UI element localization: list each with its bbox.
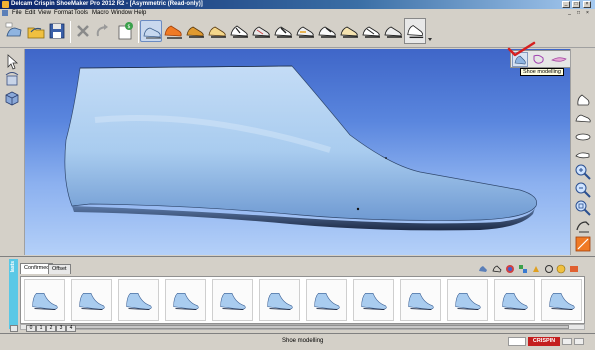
page-tab-3[interactable]: 3 <box>56 325 66 332</box>
view-top-icon[interactable] <box>574 127 592 145</box>
menu-tools[interactable]: Tools <box>74 10 88 16</box>
crispin-logo: CRISPIN <box>528 337 560 346</box>
flattening-mode-icon[interactable] <box>551 52 567 67</box>
right-toolbar <box>570 49 595 255</box>
maximize-button[interactable]: □ <box>572 1 580 8</box>
toolbar-overflow-icon[interactable] <box>428 22 432 42</box>
shoe-style-6-icon[interactable] <box>294 20 316 42</box>
page-tab-2[interactable]: 2 <box>46 325 56 332</box>
last-thumbnail[interactable] <box>400 279 441 321</box>
title-bar: Delcam Crispin ShoeMaker Pro 2012 R2 - [… <box>0 0 595 9</box>
menu-macro[interactable]: Macro <box>92 10 109 16</box>
last-thumbnail[interactable] <box>165 279 206 321</box>
last-thumbnail[interactable] <box>306 279 347 321</box>
view-front-icon[interactable] <box>574 91 592 109</box>
last-thumbnail[interactable] <box>259 279 300 321</box>
panel-tool-shoe-icon[interactable] <box>478 264 488 274</box>
view-bottom-icon[interactable] <box>574 145 592 163</box>
mdi-minimize-button[interactable]: _ <box>566 10 573 16</box>
window-title: Delcam Crispin ShoeMaker Pro 2012 R2 - [… <box>11 1 203 7</box>
menu-window[interactable]: Window <box>111 10 132 16</box>
last-thumbnail[interactable] <box>353 279 394 321</box>
lasts-label: lasts <box>10 261 16 273</box>
shoe-style-7-icon[interactable] <box>316 20 338 42</box>
shoe-style-3-icon[interactable] <box>228 20 250 42</box>
panel-tool-group-icon[interactable] <box>518 264 528 274</box>
lasts-thumbnail-list <box>20 276 585 324</box>
menu-file[interactable]: File <box>12 10 22 16</box>
bottom-panel: lasts Confirmed Offset <box>0 256 595 332</box>
shoe-style-5-icon[interactable] <box>272 20 294 42</box>
panel-tool-color-icon[interactable] <box>505 264 515 274</box>
new-icon[interactable] <box>3 20 25 42</box>
measure-icon[interactable] <box>574 235 592 253</box>
shoe-style-1-icon[interactable] <box>184 20 206 42</box>
shoe-style-9-icon[interactable] <box>360 20 382 42</box>
panel-tool-settings-icon[interactable] <box>556 264 566 274</box>
open-icon[interactable] <box>25 20 47 42</box>
menu-help[interactable]: Help <box>134 10 146 16</box>
select-arrow-icon[interactable] <box>3 53 21 71</box>
last-thumbnail[interactable] <box>494 279 535 321</box>
pan-view-icon[interactable] <box>574 217 592 235</box>
shoe-last-model[interactable] <box>25 49 570 255</box>
delcam-logo <box>508 337 526 346</box>
shoe-style-4-icon[interactable] <box>250 20 272 42</box>
status-bar: Shoe modelling CRISPIN <box>0 333 595 350</box>
page-tab-1[interactable]: 1 <box>36 325 46 332</box>
mdi-restore-button[interactable]: □ <box>575 10 582 16</box>
shoe-view-wireframe-icon[interactable] <box>140 20 162 42</box>
checkmark-annotation-icon <box>507 41 536 57</box>
new-sheet-icon[interactable]: $ <box>114 20 136 42</box>
main-toolbar: $ <box>0 18 595 48</box>
menu-bar: File Edit View Format Tools Macro Window… <box>0 9 595 18</box>
shoe-style-10-icon[interactable] <box>382 20 404 42</box>
panel-tool-texture-icon[interactable] <box>531 264 541 274</box>
svg-text:$: $ <box>127 24 130 30</box>
3d-viewport[interactable] <box>25 49 570 255</box>
mdi-close-button[interactable]: × <box>584 10 591 16</box>
shoe-preview-icon[interactable] <box>404 18 426 44</box>
last-thumbnail[interactable] <box>118 279 159 321</box>
shoe-view-color-icon[interactable] <box>162 20 184 42</box>
last-thumbnail[interactable] <box>212 279 253 321</box>
menu-view[interactable]: View <box>38 10 51 16</box>
page-tabs: 0 1 2 3 4 <box>0 325 595 333</box>
status-indicator <box>562 338 572 345</box>
delete-icon[interactable] <box>72 20 94 42</box>
zoom-window-icon[interactable] <box>574 199 592 217</box>
shoe-style-2-icon[interactable] <box>206 20 228 42</box>
menu-edit[interactable]: Edit <box>25 10 35 16</box>
panel-tool-outline-icon[interactable] <box>492 264 502 274</box>
left-toolbar <box>0 49 25 255</box>
tab-offset[interactable]: Offset <box>48 264 71 274</box>
shoe-style-8-icon[interactable] <box>338 20 360 42</box>
last-thumbnail[interactable] <box>71 279 112 321</box>
last-thumbnail[interactable] <box>24 279 65 321</box>
status-indicator <box>574 338 584 345</box>
page-tab-4[interactable]: 4 <box>66 325 76 332</box>
panel-tool-accessory-icon[interactable] <box>544 264 554 274</box>
zoom-in-icon[interactable] <box>574 163 592 181</box>
menu-format[interactable]: Format <box>54 10 73 16</box>
rotate-view-icon[interactable] <box>3 71 21 89</box>
page-tab-scroll-icon[interactable] <box>10 325 18 332</box>
last-thumbnail[interactable] <box>447 279 488 321</box>
last-thumbnail[interactable] <box>541 279 582 321</box>
document-icon[interactable] <box>2 10 8 16</box>
lasts-panel-label: lasts <box>9 259 18 329</box>
undo-icon[interactable] <box>92 20 114 42</box>
page-tab-0[interactable]: 0 <box>26 325 36 332</box>
zoom-out-icon[interactable] <box>574 181 592 199</box>
minimize-button[interactable]: _ <box>562 1 570 8</box>
status-text: Shoe modelling <box>282 338 324 344</box>
mode-tooltip: Shoe modelling <box>520 68 564 76</box>
app-icon <box>2 1 9 8</box>
view-cube-icon[interactable] <box>3 89 21 107</box>
view-side-icon[interactable] <box>574 109 592 127</box>
close-button[interactable]: × <box>583 1 591 8</box>
panel-tool-export-icon[interactable] <box>569 264 579 274</box>
save-icon[interactable] <box>46 20 68 42</box>
